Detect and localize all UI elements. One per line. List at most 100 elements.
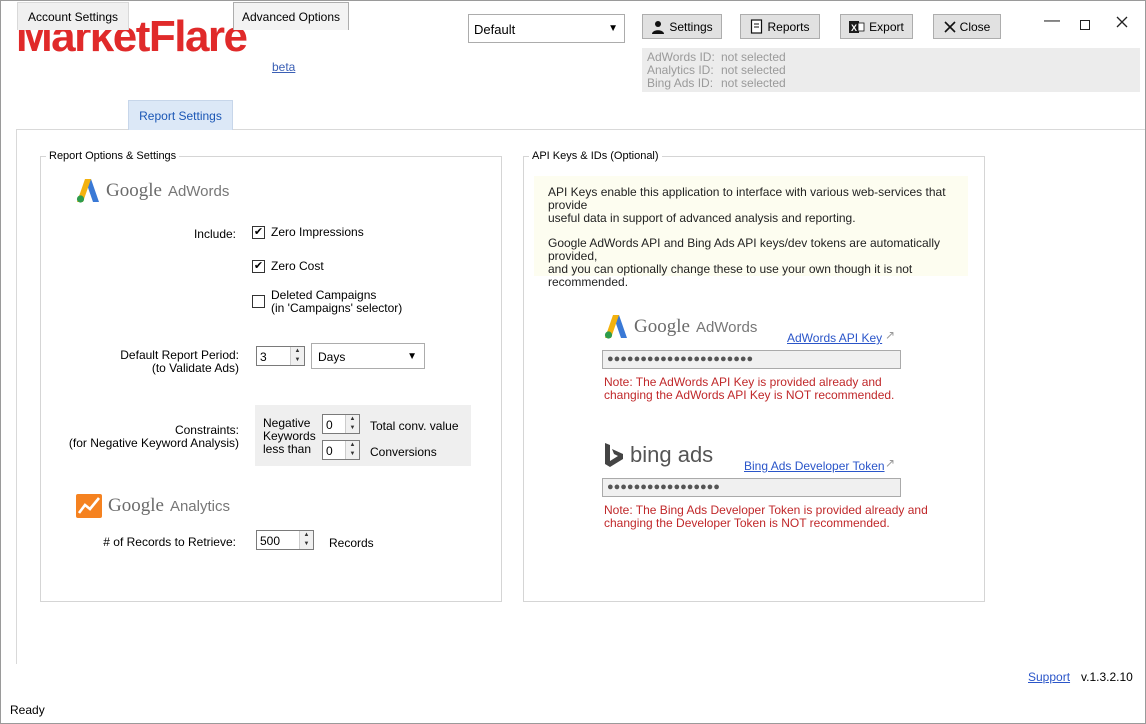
checkmark-icon: ✔ (253, 260, 264, 272)
close-button[interactable]: Close (933, 14, 1001, 39)
neg-line3: less than (263, 442, 312, 456)
conversions-label: Conversions (370, 445, 437, 459)
bing-ads-logo: bing ads (604, 442, 713, 468)
version-label: v.1.3.2.10 (1081, 670, 1133, 684)
adwords-note-line2: changing the AdWords API Key is NOT reco… (604, 388, 895, 402)
zero-cost-label: Zero Cost (271, 259, 324, 273)
conversions-value: 0 (326, 444, 333, 458)
adwords-sub-text: AdWords (167, 182, 230, 200)
bing-icon (605, 443, 623, 467)
stepper-buttons[interactable]: ▲ ▼ (299, 531, 313, 549)
adwords-sub-text: AdWords (695, 318, 758, 336)
chevron-down-icon: ▼ (608, 23, 618, 34)
export-button[interactable]: X Export (840, 14, 913, 39)
stepper-up-icon[interactable]: ▲ (346, 415, 359, 424)
zero-impressions-label: Zero Impressions (271, 225, 364, 239)
stepper-up-icon[interactable]: ▲ (291, 347, 304, 356)
close-button-label: Close (959, 19, 991, 34)
api-keys-title: API Keys & IDs (Optional) (529, 150, 662, 162)
analytics-icon (76, 494, 102, 518)
stepper-down-icon[interactable]: ▼ (346, 450, 359, 459)
records-value: 500 (260, 534, 281, 548)
user-icon (651, 20, 665, 34)
info-line3: Google AdWords API and Bing Ads API keys… (548, 236, 941, 263)
document-icon (750, 19, 763, 34)
adwords-api-key-link[interactable]: AdWords API Key (787, 331, 882, 345)
profile-select-value: Default (474, 22, 516, 37)
excel-icon: X (849, 20, 865, 34)
adwords-api-note: Note: The AdWords API Key is provided al… (604, 376, 894, 402)
bing-id-label: Bing Ads ID: (647, 76, 714, 90)
tab-advanced-options[interactable]: Advanced Options (233, 2, 349, 30)
stepper-buttons[interactable]: ▲ ▼ (290, 347, 304, 365)
bing-token-note: Note: The Bing Ads Developer Token is pr… (604, 504, 928, 530)
report-period-unit-select[interactable]: Days ▼ (311, 343, 425, 369)
report-period-stepper[interactable]: 3 ▲ ▼ (256, 346, 305, 366)
checkmark-icon: ✔ (253, 226, 264, 238)
adwords-icon (76, 179, 99, 203)
report-period-value: 3 (260, 350, 267, 364)
beta-link[interactable]: beta (272, 60, 295, 74)
stepper-up-icon[interactable]: ▲ (346, 441, 359, 450)
tab-report-settings[interactable]: Report Settings (128, 100, 233, 130)
bing-developer-token-link[interactable]: Bing Ads Developer Token (744, 459, 885, 473)
stepper-up-icon[interactable]: ▲ (300, 531, 313, 540)
analytics-sub-text: Analytics (169, 497, 230, 515)
external-link-icon[interactable]: ↗ (885, 328, 895, 342)
conv-value-stepper[interactable]: 0 ▲ ▼ (322, 414, 360, 434)
zero-cost-checkbox[interactable]: ✔ (252, 260, 265, 273)
stepper-down-icon[interactable]: ▼ (300, 540, 313, 549)
records-stepper[interactable]: 500 ▲ ▼ (256, 530, 314, 550)
zero-impressions-checkbox[interactable]: ✔ (252, 226, 265, 239)
report-period-line2: (to Validate Ads) (151, 361, 239, 375)
stepper-down-icon[interactable]: ▼ (346, 424, 359, 433)
conv-value: 0 (326, 418, 333, 432)
info-line2: useful data in support of advanced analy… (548, 211, 856, 225)
svg-text:X: X (851, 23, 857, 33)
support-link[interactable]: Support (1028, 670, 1070, 684)
window-close-icon[interactable] (1116, 16, 1128, 31)
conversions-stepper[interactable]: 0 ▲ ▼ (322, 440, 360, 460)
adwords-brand-text: Google (106, 180, 162, 201)
bing-note-line2: changing the Developer Token is NOT reco… (604, 516, 890, 530)
info-line1: API Keys enable this application to inte… (548, 185, 946, 212)
export-button-label: Export (869, 19, 904, 34)
chevron-down-icon: ▼ (407, 351, 417, 362)
settings-button-label: Settings (669, 19, 713, 34)
deleted-campaigns-line2: (in 'Campaigns' selector) (271, 301, 403, 315)
close-x-icon (944, 20, 956, 33)
records-label: # of Records to Retrieve: (103, 535, 236, 549)
bing-id-value: not selected (721, 76, 786, 90)
api-info-box: API Keys enable this application to inte… (534, 176, 968, 289)
google-analytics-logo: Google Analytics (76, 494, 230, 518)
bing-brand-text: bing ads (630, 442, 714, 467)
include-label: Include: (193, 227, 236, 241)
tab-account-settings[interactable]: Account Settings (17, 2, 129, 30)
deleted-campaigns-checkbox[interactable] (252, 295, 265, 308)
analytics-brand-text: Google (108, 495, 164, 516)
deleted-campaigns-label: Deleted Campaigns (in 'Campaigns' select… (271, 289, 402, 315)
constraints-line2: (for Negative Keyword Analysis) (68, 436, 239, 450)
tab-label: Account Settings (27, 9, 119, 24)
external-link-icon[interactable]: ↗ (885, 456, 895, 470)
adwords-brand-text: Google (634, 316, 690, 337)
account-ids-panel: AdWords ID: not selected Analytics ID: not… (642, 48, 1140, 92)
stepper-buttons[interactable]: ▲ ▼ (345, 441, 359, 459)
report-period-unit-value: Days (318, 350, 346, 364)
tab-label: Advanced Options (241, 9, 341, 24)
info-line4: and you can optionally change these to u… (548, 262, 913, 289)
adwords-api-key-field[interactable]: ●●●●●●●●●●●●●●●●●●●●●● (602, 350, 901, 369)
adwords-icon (604, 315, 627, 339)
reports-button[interactable]: Reports (740, 14, 820, 39)
records-unit: Records (329, 536, 374, 550)
stepper-buttons[interactable]: ▲ ▼ (345, 415, 359, 433)
stepper-down-icon[interactable]: ▼ (291, 356, 304, 365)
settings-button[interactable]: Settings (642, 14, 722, 39)
profile-select[interactable]: Default ▼ (468, 14, 625, 43)
maximize-icon[interactable] (1080, 20, 1090, 30)
minimize-icon[interactable]: — (1044, 12, 1060, 30)
negative-keywords-label: Negative Keywords less than (263, 417, 316, 456)
tab-label: Report Settings (139, 108, 222, 123)
bing-developer-token-field[interactable]: ●●●●●●●●●●●●●●●●● (602, 478, 901, 497)
report-period-label: Default Report Period: (to Validate Ads) (110, 349, 239, 375)
